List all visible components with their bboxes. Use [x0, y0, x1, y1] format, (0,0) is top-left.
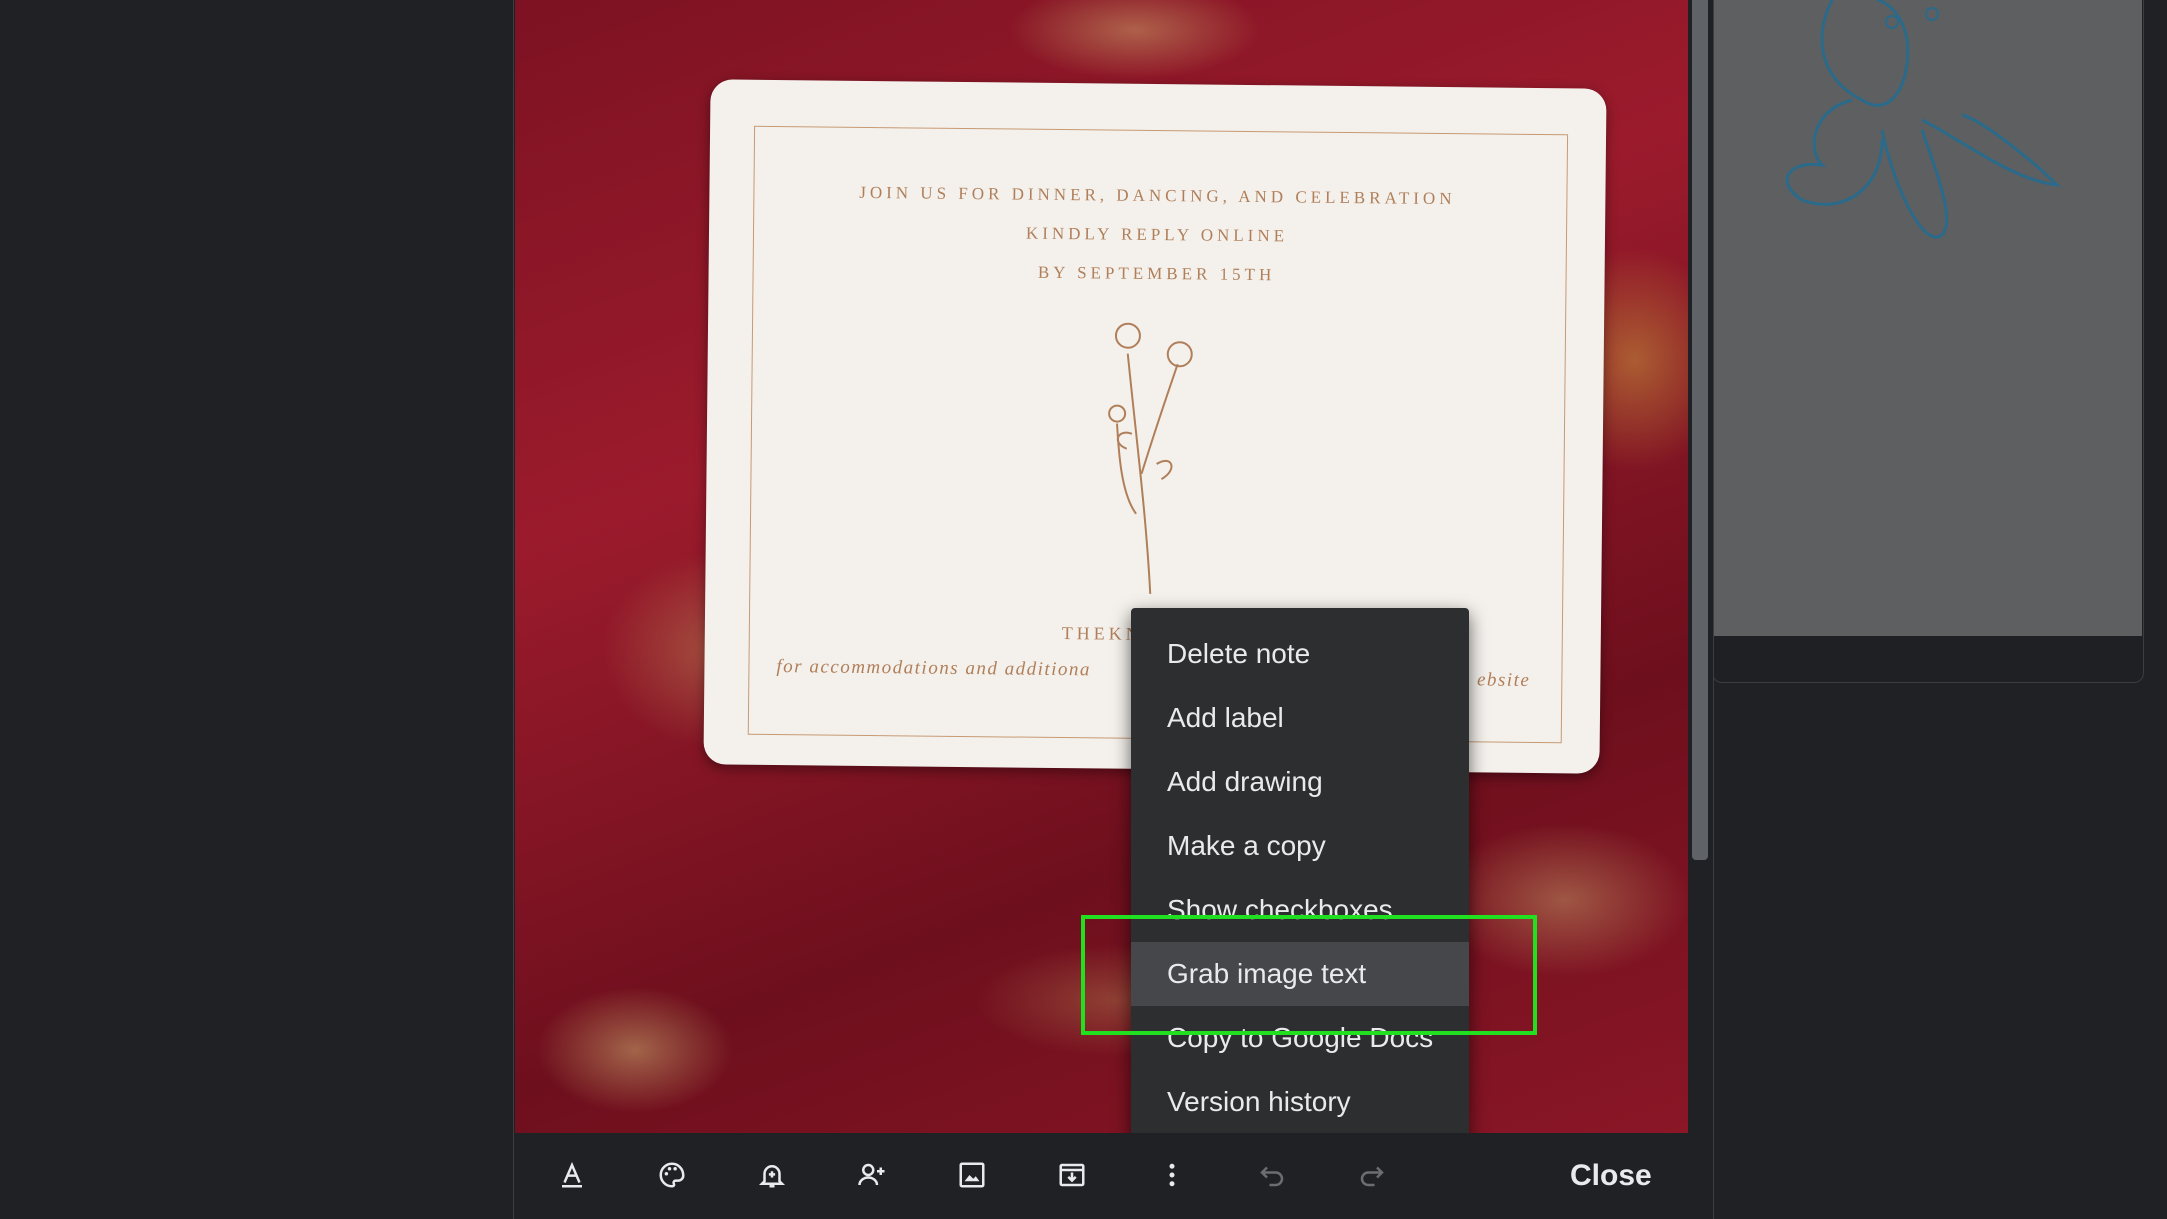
archive-icon[interactable]	[1050, 1153, 1094, 1197]
palette-icon[interactable]	[650, 1153, 694, 1197]
menu-item-show-checkboxes[interactable]: Show checkboxes	[1131, 878, 1469, 942]
note-image[interactable]: JOIN US FOR DINNER, DANCING, AND CELEBRA…	[515, 0, 1688, 1133]
menu-item-version-history[interactable]: Version history	[1131, 1070, 1469, 1134]
scrollbar[interactable]	[1692, 0, 1708, 860]
flower-illustration	[1108, 322, 1193, 595]
close-button[interactable]: Close	[1558, 1151, 1664, 1201]
text-format-icon[interactable]	[550, 1153, 594, 1197]
background-note-drawing	[1712, 0, 2142, 636]
reminder-icon[interactable]	[750, 1153, 794, 1197]
card-italic-text-end: ebsite	[1476, 669, 1531, 691]
doodle-drawing	[1785, 0, 2062, 239]
menu-item-make-copy[interactable]: Make a copy	[1131, 814, 1469, 878]
note-editor-dialog: JOIN US FOR DINNER, DANCING, AND CELEBRA…	[513, 0, 1714, 1219]
menu-item-add-drawing[interactable]: Add drawing	[1131, 750, 1469, 814]
redo-icon[interactable]	[1350, 1153, 1394, 1197]
menu-item-add-label[interactable]: Add label	[1131, 686, 1469, 750]
collaborator-icon[interactable]	[850, 1153, 894, 1197]
more-icon[interactable]	[1150, 1153, 1194, 1197]
more-options-menu: Delete note Add label Add drawing Make a…	[1131, 608, 1469, 1142]
undo-icon[interactable]	[1250, 1153, 1294, 1197]
note-toolbar: Close	[514, 1133, 1711, 1219]
image-icon[interactable]	[950, 1153, 994, 1197]
menu-item-delete-note[interactable]: Delete note	[1131, 622, 1469, 686]
menu-item-copy-to-docs[interactable]: Copy to Google Docs	[1131, 1006, 1469, 1070]
menu-item-grab-image-text[interactable]: Grab image text	[1131, 942, 1469, 1006]
